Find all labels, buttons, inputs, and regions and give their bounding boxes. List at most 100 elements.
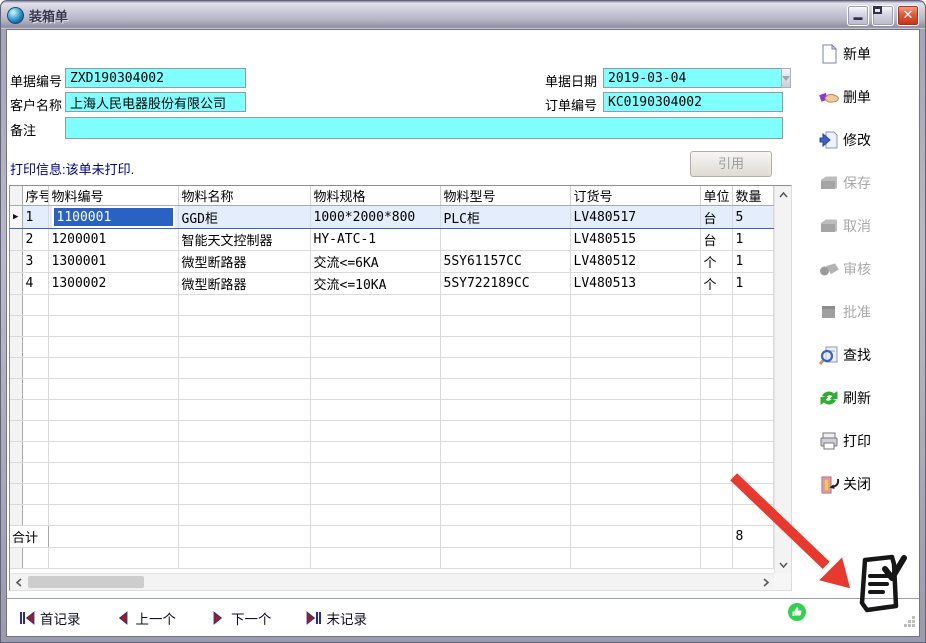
- delete-doc-button[interactable]: 删单: [818, 85, 906, 109]
- table-row[interactable]: 3 1300001 微型断路器 交流<=6KA 5SY61157CC LV480…: [10, 251, 773, 273]
- scroll-up-icon[interactable]: [775, 186, 792, 203]
- scrollbar-thumb[interactable]: [28, 576, 144, 588]
- cell[interactable]: 3: [22, 251, 48, 273]
- cell[interactable]: 5SY61157CC: [440, 251, 570, 273]
- remark-label: 备注: [10, 120, 36, 139]
- col-header[interactable]: 单位: [700, 186, 732, 206]
- previous-record-button[interactable]: 上一个: [115, 608, 177, 628]
- cell[interactable]: 1300001: [48, 251, 178, 273]
- first-record-button[interactable]: 首记录: [19, 608, 81, 628]
- cell[interactable]: 微型断路器: [178, 251, 310, 273]
- table-row[interactable]: [10, 548, 773, 569]
- cell[interactable]: LV480513: [570, 273, 700, 295]
- table-row[interactable]: [10, 337, 773, 358]
- doc-date-combo[interactable]: [603, 68, 783, 88]
- col-header[interactable]: 数量: [732, 186, 773, 206]
- table-row[interactable]: ▶ 1 1100001 GGD柜 1000*2000*800 PLC柜 LV48…: [10, 206, 773, 229]
- col-header[interactable]: 物料编号: [48, 186, 178, 206]
- resize-grip[interactable]: [903, 615, 916, 633]
- table-row[interactable]: [10, 484, 773, 505]
- doc-date-input[interactable]: [603, 68, 781, 88]
- col-header[interactable]: 物料名称: [178, 186, 310, 206]
- save-button[interactable]: 保存: [818, 171, 906, 195]
- cell[interactable]: 1: [732, 251, 773, 273]
- cell[interactable]: 1300002: [48, 273, 178, 295]
- print-button[interactable]: 打印: [818, 429, 906, 453]
- minimize-button[interactable]: ▬: [847, 5, 869, 26]
- table-row[interactable]: [10, 505, 773, 526]
- col-header[interactable]: 序号: [22, 186, 48, 206]
- table-row[interactable]: 4 1300002 微型断路器 交流<=10KA 5SY722189CC LV4…: [10, 273, 773, 295]
- close-form-button[interactable]: 关闭: [818, 472, 906, 496]
- next-record-button[interactable]: 下一个: [210, 608, 272, 628]
- maximize-button[interactable]: [872, 5, 894, 26]
- cell[interactable]: 1: [732, 229, 773, 251]
- close-button[interactable]: ✕: [897, 5, 919, 26]
- scroll-left-icon[interactable]: [10, 574, 27, 591]
- cell[interactable]: 5SY722189CC: [440, 273, 570, 295]
- cell[interactable]: 台: [700, 229, 732, 251]
- modify-button[interactable]: 修改: [818, 128, 906, 152]
- scroll-right-icon[interactable]: [757, 574, 774, 591]
- total-row: 合计 8: [10, 526, 773, 548]
- cell[interactable]: 交流<=6KA: [310, 251, 440, 273]
- cell[interactable]: HY-ATC-1: [310, 229, 440, 251]
- checked-document-icon[interactable]: [855, 552, 907, 616]
- cell[interactable]: LV480515: [570, 229, 700, 251]
- table-row[interactable]: [10, 316, 773, 337]
- approve-button[interactable]: 批准: [818, 300, 906, 324]
- cell[interactable]: 交流<=10KA: [310, 273, 440, 295]
- refresh-icon: [818, 387, 840, 409]
- cell[interactable]: GGD柜: [178, 206, 310, 229]
- last-record-icon: [306, 611, 322, 625]
- cell[interactable]: 4: [22, 273, 48, 295]
- cell[interactable]: 微型断路器: [178, 273, 310, 295]
- col-header[interactable]: 订货号: [570, 186, 700, 206]
- cancel-button[interactable]: 取消: [818, 214, 906, 238]
- remark-input[interactable]: [65, 117, 783, 139]
- table-row[interactable]: [10, 421, 773, 442]
- table-row[interactable]: [10, 379, 773, 400]
- cell[interactable]: PLC柜: [440, 206, 570, 229]
- cell[interactable]: LV480512: [570, 251, 700, 273]
- new-doc-button[interactable]: 新单: [818, 42, 906, 66]
- table-row[interactable]: [10, 358, 773, 379]
- cell[interactable]: 1100001: [48, 206, 178, 229]
- horizontal-scrollbar[interactable]: [10, 573, 774, 590]
- active-cell-editor[interactable]: 1100001: [52, 206, 175, 228]
- search-icon: [818, 344, 840, 366]
- table-row[interactable]: [10, 400, 773, 421]
- table-row[interactable]: [10, 295, 773, 316]
- table-row[interactable]: 2 1200001 智能天文控制器 HY-ATC-1 LV480515 台 1: [10, 229, 773, 251]
- cell[interactable]: 2: [22, 229, 48, 251]
- table-row[interactable]: [10, 463, 773, 484]
- refresh-button[interactable]: 刷新: [818, 386, 906, 410]
- cell[interactable]: [440, 229, 570, 251]
- total-label: 合计: [10, 526, 48, 548]
- cell[interactable]: LV480517: [570, 206, 700, 229]
- cell[interactable]: 1200001: [48, 229, 178, 251]
- last-record-button[interactable]: 末记录: [306, 608, 368, 628]
- vertical-scrollbar[interactable]: [774, 186, 791, 573]
- cell[interactable]: 个: [700, 251, 732, 273]
- cell[interactable]: 台: [700, 206, 732, 229]
- doc-no-input[interactable]: [65, 68, 246, 88]
- scroll-down-icon[interactable]: [775, 556, 792, 573]
- cell[interactable]: 5: [732, 206, 773, 229]
- order-no-input[interactable]: [603, 92, 783, 112]
- col-header[interactable]: 物料型号: [440, 186, 570, 206]
- audit-button[interactable]: 审核: [818, 257, 906, 281]
- customer-input[interactable]: [65, 92, 246, 112]
- row-marker-icon: ▶: [10, 206, 22, 229]
- window-title: 装箱单: [29, 6, 844, 25]
- col-header[interactable]: 物料规格: [310, 186, 440, 206]
- doc-date-dropdown-button[interactable]: [781, 68, 791, 88]
- quote-button[interactable]: 引用: [690, 151, 772, 177]
- cell[interactable]: 1: [22, 206, 48, 229]
- cell[interactable]: 1000*2000*800: [310, 206, 440, 229]
- table-row[interactable]: [10, 442, 773, 463]
- cell[interactable]: 个: [700, 273, 732, 295]
- cell[interactable]: 1: [732, 273, 773, 295]
- find-button[interactable]: 查找: [818, 343, 906, 367]
- cell[interactable]: 智能天文控制器: [178, 229, 310, 251]
